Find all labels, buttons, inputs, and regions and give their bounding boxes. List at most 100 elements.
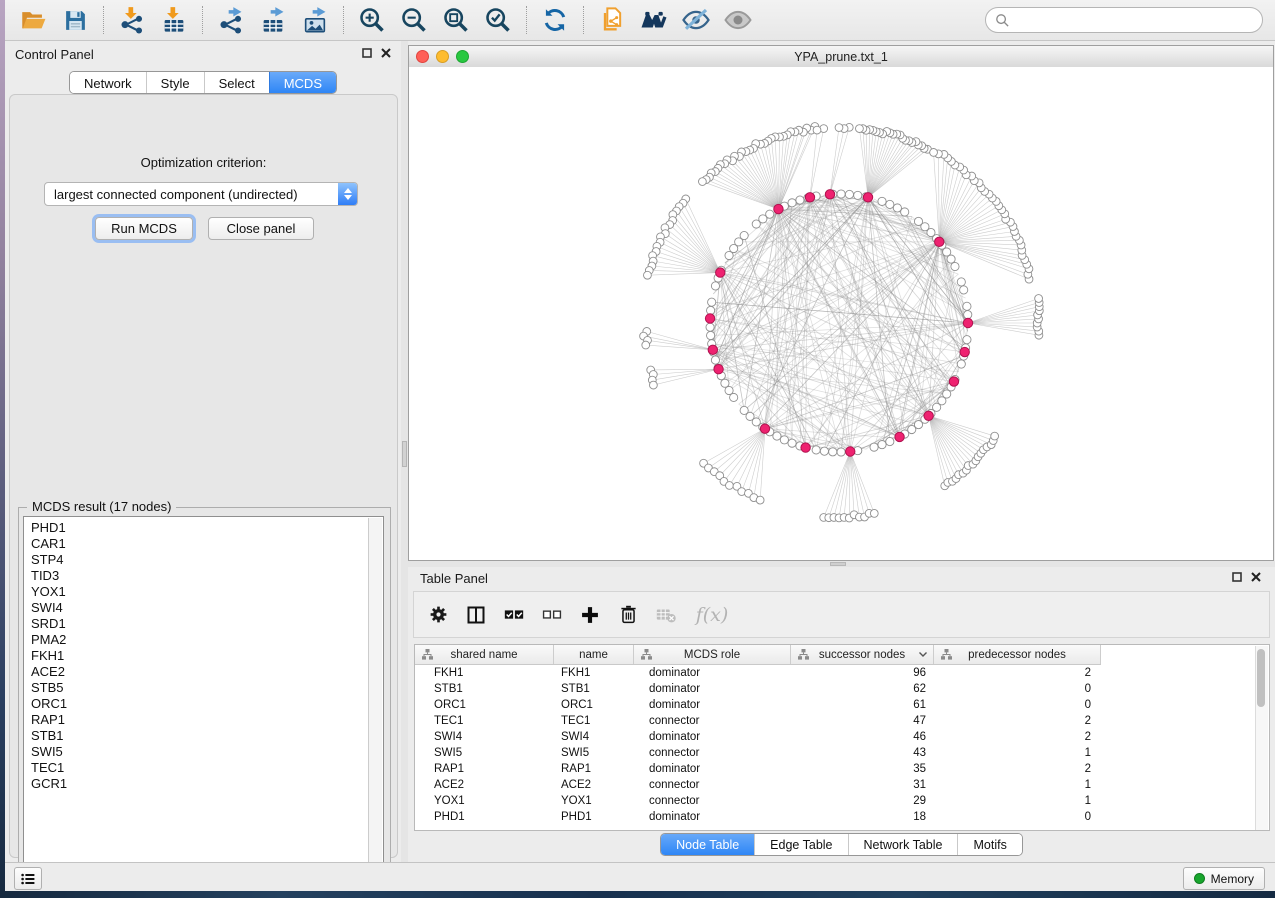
table-cell[interactable]: 1: [934, 747, 1101, 759]
optimization-criterion-select[interactable]: largest connected component (undirected): [44, 182, 358, 206]
table-cell[interactable]: PHD1: [415, 811, 554, 823]
table-cell[interactable]: 47: [791, 715, 934, 727]
column-header-shared-name[interactable]: shared name: [415, 645, 554, 664]
network-graph[interactable]: [409, 67, 1273, 560]
table-options-gear-icon[interactable]: [427, 604, 449, 626]
table-cell[interactable]: STB1: [415, 683, 554, 695]
table-cell[interactable]: 96: [791, 667, 934, 679]
table-tab-edge-table[interactable]: Edge Table: [754, 834, 847, 855]
vertical-splitter[interactable]: [401, 41, 408, 862]
table-cell[interactable]: 61: [791, 699, 934, 711]
mcds-result-item[interactable]: CAR1: [31, 536, 67, 552]
control-tab-network[interactable]: Network: [70, 72, 146, 93]
table-cell[interactable]: TEC1: [415, 715, 554, 727]
table-cell[interactable]: connector: [634, 715, 791, 727]
table-cell[interactable]: 2: [934, 667, 1101, 679]
mcds-result-item[interactable]: YOX1: [31, 584, 67, 600]
table-cell[interactable]: 1: [934, 779, 1101, 791]
open-folder-icon[interactable]: [18, 5, 48, 35]
control-tab-mcds[interactable]: MCDS: [269, 72, 336, 93]
table-cell[interactable]: 2: [934, 763, 1101, 775]
refresh-icon[interactable]: [540, 5, 570, 35]
table-cell[interactable]: 43: [791, 747, 934, 759]
save-icon[interactable]: [60, 5, 90, 35]
table-row[interactable]: SWI4SWI4dominator462: [415, 729, 1255, 745]
table-cell[interactable]: 46: [791, 731, 934, 743]
export-table-icon[interactable]: [258, 5, 288, 35]
table-cell[interactable]: 2: [934, 731, 1101, 743]
control-tab-select[interactable]: Select: [204, 72, 269, 93]
table-cell[interactable]: STB1: [554, 683, 634, 695]
mcds-result-item[interactable]: GCR1: [31, 776, 67, 792]
mcds-result-item[interactable]: TEC1: [31, 760, 67, 776]
table-cell[interactable]: PHD1: [554, 811, 634, 823]
column-header-MCDS-role[interactable]: MCDS role: [634, 645, 791, 664]
table-cell[interactable]: dominator: [634, 763, 791, 775]
run-mcds-button[interactable]: Run MCDS: [95, 217, 193, 240]
table-cell[interactable]: 29: [791, 795, 934, 807]
table-row[interactable]: SWI5SWI5connector431: [415, 745, 1255, 761]
table-cell[interactable]: dominator: [634, 683, 791, 695]
mcds-result-item[interactable]: STP4: [31, 552, 67, 568]
table-cell[interactable]: SWI4: [415, 731, 554, 743]
table-row[interactable]: RAP1RAP1dominator352: [415, 761, 1255, 777]
float-panel-icon[interactable]: [362, 48, 372, 58]
table-cell[interactable]: connector: [634, 795, 791, 807]
select-all-checkboxes-icon[interactable]: [503, 604, 525, 626]
memory-button[interactable]: Memory: [1183, 867, 1265, 890]
table-cell[interactable]: YOX1: [415, 795, 554, 807]
table-cell[interactable]: 0: [934, 699, 1101, 711]
zoom-fit-icon[interactable]: [441, 5, 471, 35]
table-row[interactable]: ORC1ORC1dominator610: [415, 697, 1255, 713]
table-row[interactable]: PHD1PHD1dominator180: [415, 809, 1255, 825]
mcds-result-item[interactable]: ACE2: [31, 664, 67, 680]
table-cell[interactable]: dominator: [634, 699, 791, 711]
mcds-result-item[interactable]: SRD1: [31, 616, 67, 632]
vertical-splitter-handle[interactable]: [402, 441, 407, 467]
mcds-result-item[interactable]: PHD1: [31, 520, 67, 536]
table-cell[interactable]: ORC1: [415, 699, 554, 711]
table-cell[interactable]: connector: [634, 747, 791, 759]
mcds-result-item[interactable]: SWI4: [31, 600, 67, 616]
table-cell[interactable]: SWI5: [415, 747, 554, 759]
horizontal-splitter-handle[interactable]: [830, 562, 846, 566]
network-canvas[interactable]: [409, 67, 1273, 560]
export-network-icon[interactable]: [216, 5, 246, 35]
table-cell[interactable]: connector: [634, 779, 791, 791]
column-header-predecessor-nodes[interactable]: predecessor nodes: [934, 645, 1101, 664]
table-cell[interactable]: 18: [791, 811, 934, 823]
table-cell[interactable]: SWI4: [554, 731, 634, 743]
table-cell[interactable]: 0: [934, 683, 1101, 695]
table-cell[interactable]: FKH1: [554, 667, 634, 679]
mcds-result-item[interactable]: TID3: [31, 568, 67, 584]
mcds-result-item[interactable]: FKH1: [31, 648, 67, 664]
close-panel-button[interactable]: Close panel: [208, 217, 314, 240]
table-cell[interactable]: ACE2: [415, 779, 554, 791]
table-cell[interactable]: dominator: [634, 811, 791, 823]
table-cell[interactable]: ACE2: [554, 779, 634, 791]
deselect-all-checkboxes-icon[interactable]: [541, 604, 563, 626]
table-cell[interactable]: 31: [791, 779, 934, 791]
mcds-result-item[interactable]: RAP1: [31, 712, 67, 728]
column-header-successor-nodes[interactable]: successor nodes: [791, 645, 934, 664]
table-cell[interactable]: TEC1: [554, 715, 634, 727]
mcds-result-item[interactable]: PMA2: [31, 632, 67, 648]
mcds-result-item[interactable]: SWI5: [31, 744, 67, 760]
show-all-icon[interactable]: [723, 5, 753, 35]
search-input[interactable]: [985, 7, 1263, 33]
table-scrollbar-thumb[interactable]: [1257, 649, 1265, 707]
table-cell[interactable]: 2: [934, 715, 1101, 727]
table-row[interactable]: YOX1YOX1connector291: [415, 793, 1255, 809]
table-cell[interactable]: dominator: [634, 667, 791, 679]
table-scrollbar[interactable]: [1255, 646, 1268, 830]
table-row[interactable]: ACE2ACE2connector311: [415, 777, 1255, 793]
table-cell[interactable]: YOX1: [554, 795, 634, 807]
network-window-titlebar[interactable]: YPA_prune.txt_1: [409, 46, 1273, 68]
table-tab-motifs[interactable]: Motifs: [957, 834, 1021, 855]
mcds-list-scrollbar[interactable]: [368, 518, 382, 871]
float-panel-icon[interactable]: [1232, 572, 1242, 582]
mcds-result-item[interactable]: STB1: [31, 728, 67, 744]
zoom-out-icon[interactable]: [399, 5, 429, 35]
hide-selected-icon[interactable]: [681, 5, 711, 35]
table-cell[interactable]: RAP1: [415, 763, 554, 775]
